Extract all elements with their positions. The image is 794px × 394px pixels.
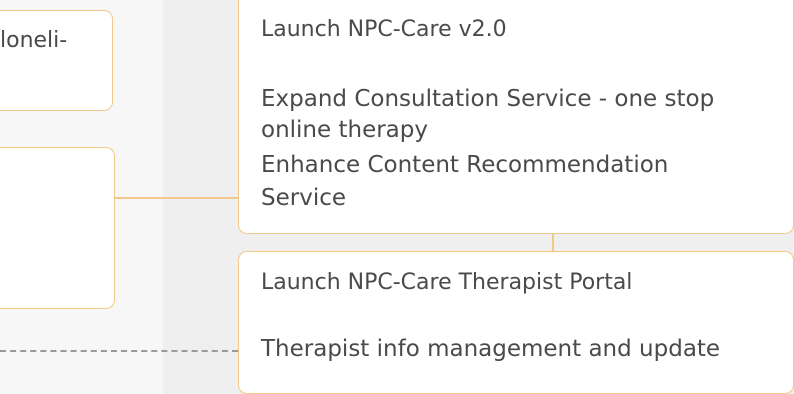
card-npc-care-line-4: Service [261, 185, 347, 211]
card-npc-care-title: Launch NPC-Care v2.0 [261, 17, 507, 42]
card-npc-care-line-3: Enhance Content Recommendation [261, 152, 669, 178]
left-card-top-text: loneli- [0, 28, 68, 53]
left-card-middle [0, 147, 115, 309]
vertical-connector [552, 233, 554, 251]
card-therapist-portal-desc: Therapist info management and update [261, 336, 721, 362]
card-npc-care-line-1: Expand Consultation Service - one stop [261, 86, 715, 112]
dashed-connector [0, 350, 238, 352]
card-therapist-portal-title: Launch NPC-Care Therapist Portal [261, 270, 633, 295]
horizontal-connector [115, 197, 239, 199]
card-npc-care-line-2: online therapy [261, 117, 428, 143]
left-card-top [0, 10, 113, 111]
